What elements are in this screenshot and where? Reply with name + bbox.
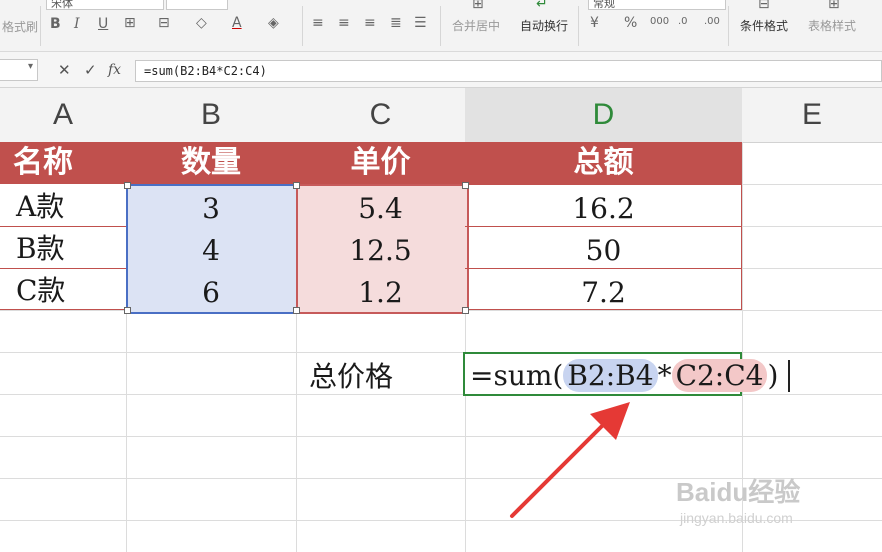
watermark-logo: Baidu经验 [676, 477, 801, 507]
annotation-arrow [510, 402, 630, 518]
watermark-url: jingyan.baidu.com [680, 510, 793, 526]
arrow-shaft [510, 414, 614, 518]
